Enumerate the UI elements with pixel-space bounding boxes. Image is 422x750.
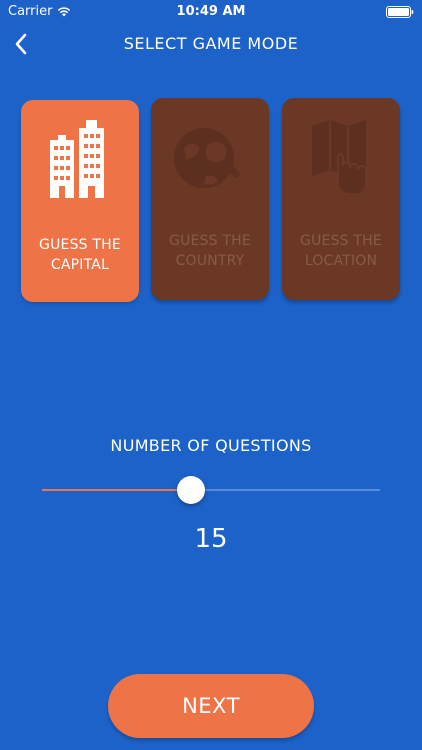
mode-card-label: GUESS THE COUNTRY: [169, 233, 251, 269]
slider-thumb[interactable]: [176, 476, 205, 504]
mode-card-capital[interactable]: GUESS THE CAPITAL: [21, 100, 139, 302]
globe-search-icon: [174, 128, 240, 188]
map-touch-icon: [312, 120, 367, 195]
next-button[interactable]: NEXT: [108, 674, 314, 738]
question-count: 15: [194, 524, 228, 554]
mode-card-location[interactable]: GUESS THE LOCATION: [282, 98, 400, 300]
battery-icon: [386, 6, 414, 18]
questions-label: NUMBER OF QUESTIONS: [110, 436, 312, 455]
mode-card-label: GUESS THE LOCATION: [300, 233, 382, 269]
questions-slider[interactable]: [42, 475, 380, 505]
nav-bar: SELECT GAME MODE: [0, 26, 422, 62]
mode-card-country[interactable]: GUESS THE COUNTRY: [151, 98, 269, 300]
slider-fill: [42, 489, 191, 491]
status-bar: Carrier 10:49 AM: [0, 0, 422, 24]
page-title: SELECT GAME MODE: [123, 34, 299, 53]
buildings-icon: [50, 120, 104, 198]
status-time: 10:49 AM: [176, 4, 246, 19]
mode-card-label: GUESS THE CAPITAL: [39, 237, 121, 273]
next-button-label: NEXT: [182, 694, 240, 718]
